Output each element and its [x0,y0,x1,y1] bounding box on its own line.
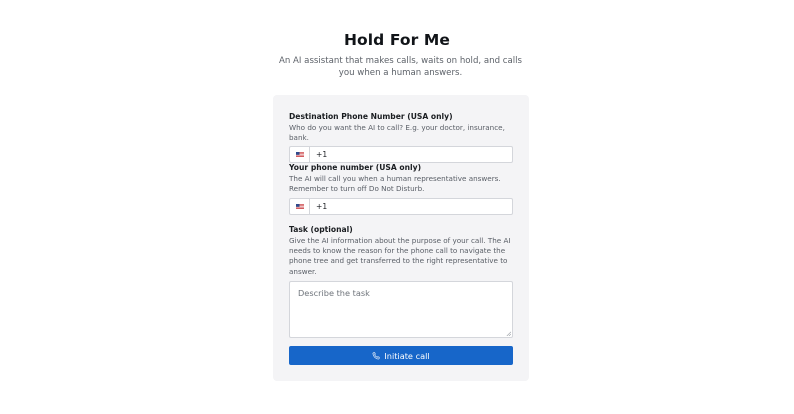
initiate-call-button[interactable]: Initiate call [289,346,513,365]
country-select[interactable] [290,199,310,215]
page: Hold For Me An AI assistant that makes c… [0,0,794,414]
your-phone-field: Your phone number (USA only) The AI will… [289,163,513,216]
your-phone-label: Your phone number (USA only) [289,163,422,172]
task-help: Give the AI information about the purpos… [289,236,511,276]
destination-phone-label: Destination Phone Number (USA only) [289,112,453,121]
task-field: Task (optional) Give the AI information … [289,225,513,338]
resize-grip-icon[interactable] [506,331,511,336]
your-phone-help: The AI will call you when a human repres… [289,174,501,194]
your-phone-input[interactable]: +1 [289,198,513,216]
destination-phone-input[interactable]: +1 [289,146,513,164]
task-placeholder: Describe the task [298,287,370,298]
call-form-card: Destination Phone Number (USA only) Who … [273,95,529,381]
country-select[interactable] [290,147,310,163]
task-textarea[interactable]: Describe the task [289,280,513,338]
page-subtitle: An AI assistant that makes calls, waits … [278,56,523,78]
destination-phone-value: +1 [316,150,328,160]
destination-phone-field: Destination Phone Number (USA only) Who … [289,112,513,164]
phone-icon [372,351,380,359]
us-flag-icon [295,204,304,210]
destination-phone-help: Who do you want the AI to call? E.g. you… [289,123,505,143]
us-flag-icon [295,152,304,158]
initiate-call-label: Initiate call [384,350,430,361]
your-phone-value: +1 [316,202,328,212]
page-title: Hold For Me [343,31,451,49]
task-label: Task (optional) [289,225,353,234]
